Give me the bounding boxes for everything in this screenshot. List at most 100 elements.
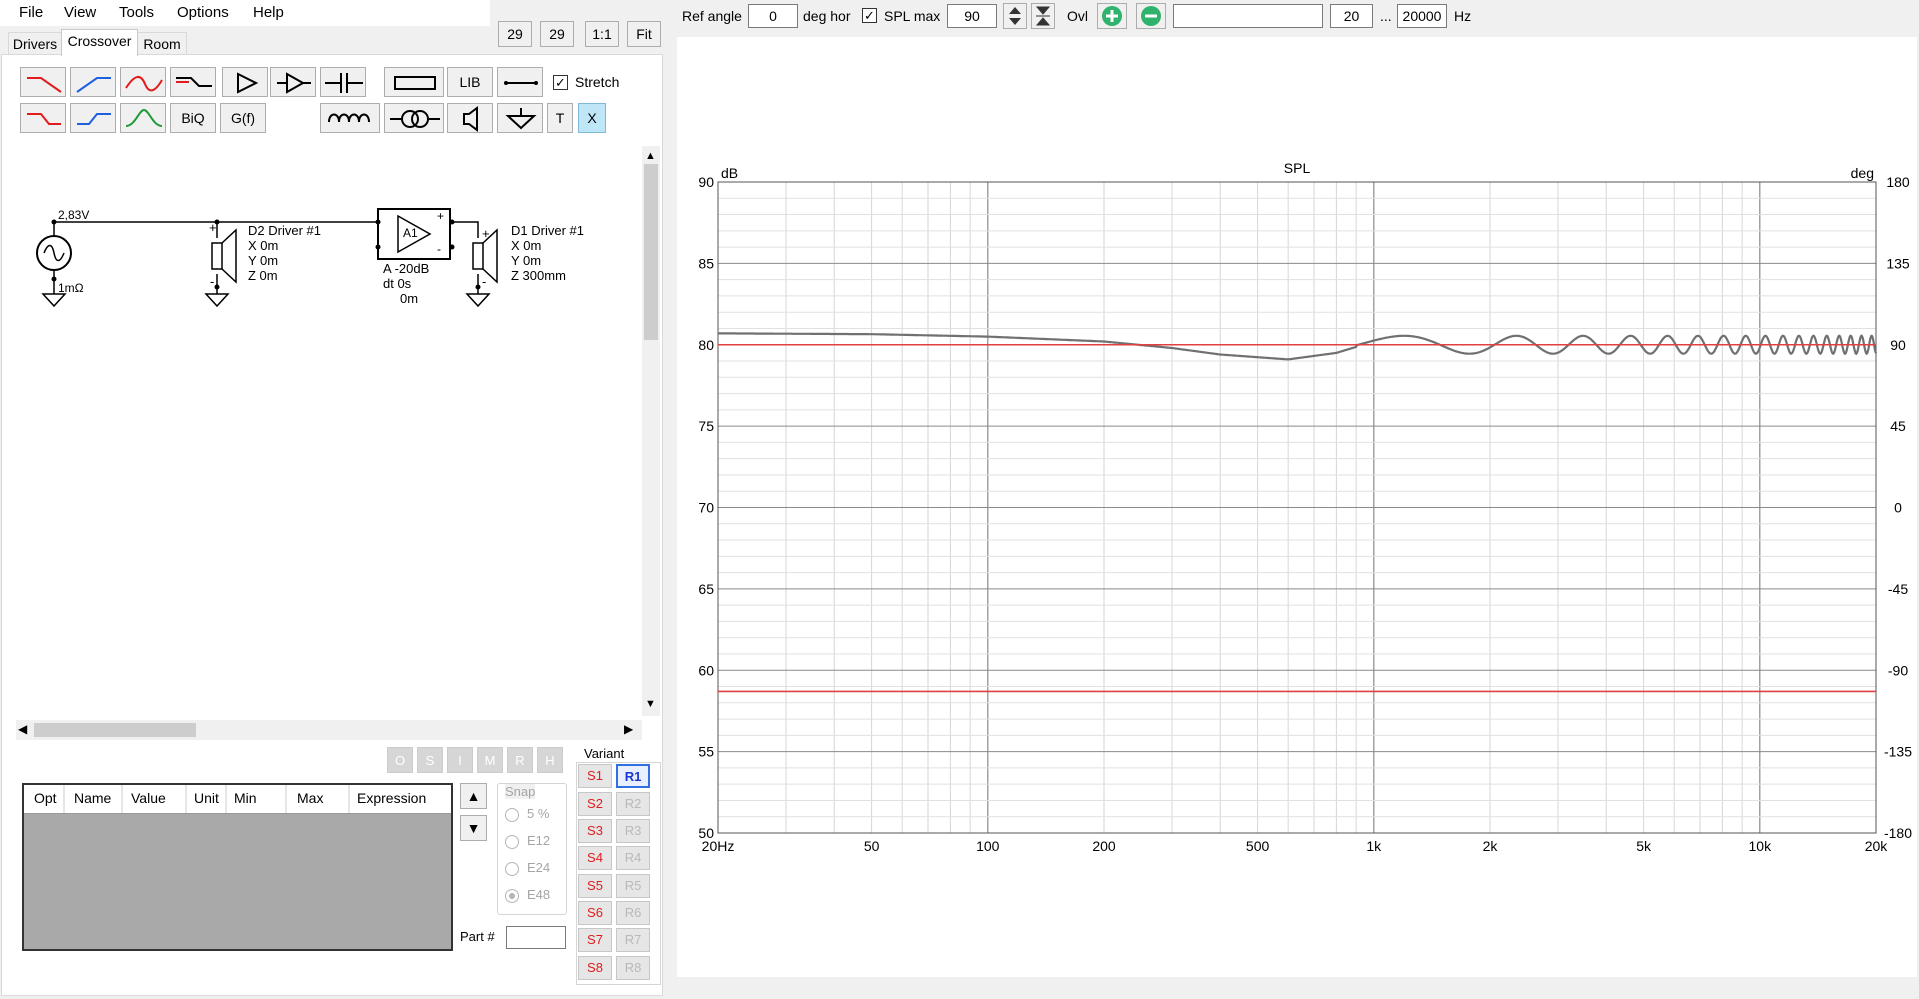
opt-button-r[interactable]: R bbox=[507, 747, 533, 773]
freq-to-input[interactable]: 20000 bbox=[1397, 4, 1447, 28]
freq-from-input[interactable]: 20 bbox=[1330, 4, 1373, 28]
scroll-down-icon[interactable]: ▼ bbox=[645, 698, 656, 710]
x-tick-label: 200 bbox=[1092, 838, 1116, 854]
d2-plus-sign: + bbox=[209, 220, 217, 235]
opt-button-h[interactable]: H bbox=[537, 747, 563, 773]
opt-button-o[interactable]: O bbox=[387, 747, 413, 773]
schematic-vertical-scrollbar[interactable]: ▲ ▼ bbox=[642, 146, 660, 716]
capacitor-button[interactable] bbox=[320, 67, 366, 97]
variant-r5-button[interactable]: R5 bbox=[616, 874, 650, 898]
spl-spin-button[interactable] bbox=[1003, 3, 1027, 29]
wire-button[interactable] bbox=[497, 67, 543, 97]
variant-s2-button[interactable]: S2 bbox=[578, 792, 612, 816]
d2-y-label: Y 0m bbox=[248, 253, 279, 268]
chart-title: SPL bbox=[1284, 160, 1311, 176]
variant-r6-button[interactable]: R6 bbox=[616, 901, 650, 925]
source-voltage-label: 2,83V bbox=[58, 208, 90, 222]
variant-r7-button[interactable]: R7 bbox=[616, 928, 650, 952]
snap-radio-e12[interactable] bbox=[505, 835, 519, 849]
opt-button-s[interactable]: S bbox=[417, 747, 443, 773]
x-tick-label: 2k bbox=[1483, 838, 1499, 854]
highpass-blue-2-button[interactable] bbox=[70, 103, 116, 133]
variant-r1-button[interactable]: R1 bbox=[616, 764, 650, 788]
biquad-button[interactable]: BiQ bbox=[170, 103, 216, 133]
remove-overlay-button[interactable] bbox=[1136, 3, 1166, 29]
add-overlay-button[interactable] bbox=[1097, 3, 1127, 29]
scroll-left-icon[interactable]: ◀ bbox=[18, 722, 27, 736]
shelf-filter-button[interactable] bbox=[170, 67, 216, 97]
amp-name-label: A1 bbox=[403, 226, 418, 240]
zoom-button-a[interactable]: 29 bbox=[498, 21, 532, 47]
scroll-up-icon[interactable]: ▲ bbox=[645, 150, 656, 162]
menu-help[interactable]: Help bbox=[253, 4, 284, 21]
variant-s4-button[interactable]: S4 bbox=[578, 846, 612, 870]
y2-tick-label: 45 bbox=[1890, 418, 1906, 434]
spl-plot-panel[interactable]: SPL dB deg 90 85 80 75 70 65 60 55 50 180 135 90 45 0 -45… bbox=[677, 37, 1917, 977]
x-tool-button[interactable]: X bbox=[578, 103, 606, 133]
menu-view[interactable]: View bbox=[64, 4, 96, 21]
variant-s7-button[interactable]: S7 bbox=[578, 928, 612, 952]
bandpass-green-button[interactable] bbox=[120, 103, 166, 133]
y-tick-label: 55 bbox=[698, 744, 714, 760]
zoom-button-b[interactable]: 29 bbox=[540, 21, 574, 47]
tab-crossover[interactable]: Crossover bbox=[61, 29, 138, 56]
snap-title: Snap bbox=[505, 784, 536, 799]
menu-tools[interactable]: Tools bbox=[119, 4, 154, 21]
stretch-checkbox[interactable]: ✓ bbox=[553, 75, 568, 90]
menu-file[interactable]: File bbox=[19, 4, 43, 21]
horizontal-scroll-thumb[interactable] bbox=[34, 723, 196, 737]
part-number-input[interactable] bbox=[506, 926, 566, 949]
x-tick-label: 100 bbox=[976, 838, 1000, 854]
variant-s8-button[interactable]: S8 bbox=[578, 956, 612, 980]
lowpass-red-button[interactable] bbox=[20, 67, 66, 97]
variant-r4-button[interactable]: R4 bbox=[616, 846, 650, 870]
spl-max-checkbox[interactable]: ✓ bbox=[862, 8, 877, 23]
speaker-button[interactable] bbox=[447, 103, 493, 133]
overlay-name-input[interactable] bbox=[1173, 4, 1323, 28]
variant-r2-button[interactable]: R2 bbox=[616, 792, 650, 816]
ground-button[interactable] bbox=[497, 103, 543, 133]
opt-button-m[interactable]: M bbox=[477, 747, 503, 773]
variant-s6-button[interactable]: S6 bbox=[578, 901, 612, 925]
spl-max-input[interactable]: 90 bbox=[947, 4, 997, 28]
snap-radio-e48[interactable] bbox=[505, 889, 519, 903]
hz-label: Hz bbox=[1454, 8, 1472, 24]
ref-angle-input[interactable]: 0 bbox=[748, 4, 798, 28]
parameter-grid[interactable]: Opt Name Value Unit Min Max Expression bbox=[22, 783, 453, 951]
y2-tick-label: -45 bbox=[1888, 581, 1908, 597]
inductor-button[interactable] bbox=[320, 103, 380, 133]
vertical-scroll-thumb[interactable] bbox=[644, 164, 658, 340]
tab-drivers[interactable]: Drivers bbox=[8, 32, 62, 55]
bandpass-red-button[interactable] bbox=[120, 67, 166, 97]
d1-z-label: Z 300mm bbox=[511, 268, 566, 283]
lowpass-red-2-button[interactable] bbox=[20, 103, 66, 133]
library-button[interactable]: LIB bbox=[447, 67, 493, 97]
variant-s1-button[interactable]: S1 bbox=[578, 764, 612, 788]
zoom-fit-button[interactable]: Fit bbox=[627, 21, 661, 47]
scroll-right-icon[interactable]: ▶ bbox=[624, 722, 633, 736]
snap-radio-e24[interactable] bbox=[505, 862, 519, 876]
variant-r3-button[interactable]: R3 bbox=[616, 819, 650, 843]
opt-button-i[interactable]: I bbox=[447, 747, 473, 773]
transfer-function-button[interactable]: G(f) bbox=[220, 103, 266, 133]
tab-room[interactable]: Room bbox=[137, 32, 187, 55]
snap-radio-5pct[interactable] bbox=[505, 808, 519, 822]
zoom-1to1-button[interactable]: 1:1 bbox=[585, 21, 619, 47]
schematic-horizontal-scrollbar[interactable]: ◀ ▶ bbox=[16, 720, 642, 740]
buffer-amplifier-button[interactable] bbox=[270, 67, 316, 97]
spl-range-button[interactable] bbox=[1031, 3, 1055, 29]
schematic-canvas[interactable]: 2,83V 1mΩ + - D2 Driver #1 X 0m Y 0m Z 0… bbox=[16, 146, 642, 716]
variant-s5-button[interactable]: S5 bbox=[578, 874, 612, 898]
resistor-button[interactable] bbox=[384, 67, 444, 97]
move-down-button[interactable]: ▼ bbox=[460, 815, 487, 841]
transformer-button[interactable] bbox=[384, 103, 444, 133]
variant-r8-button[interactable]: R8 bbox=[616, 956, 650, 980]
variant-s3-button[interactable]: S3 bbox=[578, 819, 612, 843]
menu-options[interactable]: Options bbox=[177, 4, 229, 21]
move-up-button[interactable]: ▲ bbox=[460, 783, 487, 809]
d2-z-label: Z 0m bbox=[248, 268, 278, 283]
highpass-blue-button[interactable] bbox=[70, 67, 116, 97]
text-tool-button[interactable]: T bbox=[547, 103, 573, 133]
y-tick-label: 65 bbox=[698, 581, 714, 597]
amplifier-button[interactable] bbox=[222, 67, 268, 97]
